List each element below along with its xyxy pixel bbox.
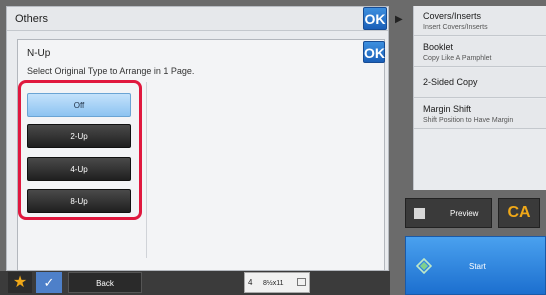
paper-icon: [297, 278, 306, 286]
function-menu: Covers/Inserts Insert Covers/Inserts Boo…: [413, 6, 546, 190]
others-title: Others: [15, 13, 49, 25]
preview-icon: [414, 208, 425, 219]
preview-label: Preview: [450, 209, 479, 218]
menu-item-covers-inserts[interactable]: Covers/Inserts Insert Covers/Inserts: [414, 6, 546, 36]
others-ok-button[interactable]: OK: [363, 7, 387, 30]
start-label: Start: [469, 262, 486, 271]
menu-item-title: Covers/Inserts: [423, 11, 482, 21]
menu-item-subtitle: Shift Position to Have Margin: [423, 117, 514, 124]
paper-tray-number: 4: [248, 278, 253, 287]
collapse-arrow-icon[interactable]: ▶: [395, 13, 409, 27]
check-icon[interactable]: ✓: [36, 272, 62, 293]
paper-indicator: 4 8½x11: [244, 272, 310, 293]
others-header: Others: [7, 7, 388, 31]
preview-button[interactable]: Preview: [405, 198, 492, 228]
menu-item-margin-shift[interactable]: Margin Shift Shift Position to Have Marg…: [414, 99, 546, 129]
clear-all-button[interactable]: CA: [498, 198, 540, 228]
menu-item-booklet[interactable]: Booklet Copy Like A Pamphlet: [414, 37, 546, 67]
menu-item-subtitle: Insert Covers/Inserts: [423, 24, 488, 31]
option-off-button[interactable]: Off: [27, 93, 131, 117]
start-icon: [416, 258, 432, 274]
divider: [146, 82, 147, 258]
nup-title: N-Up: [27, 48, 51, 59]
nup-ok-button[interactable]: OK: [363, 41, 385, 63]
menu-item-subtitle: Copy Like A Pamphlet: [423, 55, 492, 62]
option-4up-button[interactable]: 4-Up: [27, 157, 131, 181]
menu-item-title: 2-Sided Copy: [423, 77, 478, 87]
back-button[interactable]: Back: [68, 272, 142, 293]
paper-size-label: 8½x11: [263, 280, 284, 287]
nup-instruction: Select Original Type to Arrange in 1 Pag…: [27, 66, 195, 76]
star-icon[interactable]: ★: [8, 272, 32, 293]
menu-item-title: Margin Shift: [423, 104, 472, 114]
menu-item-2-sided-copy[interactable]: 2-Sided Copy: [414, 68, 546, 98]
start-button[interactable]: Start: [405, 236, 546, 295]
menu-item-title: Booklet: [423, 42, 454, 52]
option-8up-button[interactable]: 8-Up: [27, 189, 131, 213]
option-2up-button[interactable]: 2-Up: [27, 124, 131, 148]
